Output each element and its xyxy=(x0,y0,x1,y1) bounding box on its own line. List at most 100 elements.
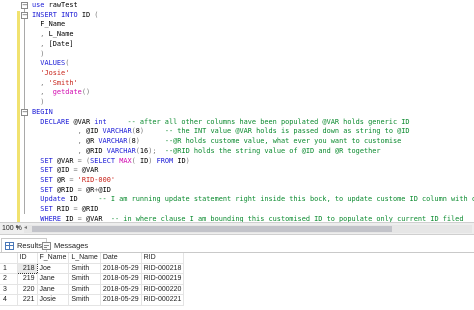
code-line[interactable]: INSERT INTO ID ( xyxy=(32,11,472,21)
cell-id[interactable]: 218 xyxy=(16,262,38,274)
code-token: [Date] xyxy=(44,39,74,48)
horizontal-scrollbar[interactable]: ◂ xyxy=(24,225,472,233)
zoom-dropdown-icon[interactable]: ▾ xyxy=(16,223,19,234)
results-header-row: ID F_Name L_Name Date RID xyxy=(0,253,185,264)
cell-date[interactable]: 2018-05-29 xyxy=(100,273,142,285)
code-line[interactable]: , @R VARCHAR(8) --@R holds custome value… xyxy=(32,137,472,147)
code-token: ); xyxy=(148,146,157,155)
code-line-text: , [Date] xyxy=(32,39,74,48)
cell-id[interactable]: 221 xyxy=(17,294,38,306)
code-token: @ID xyxy=(98,185,111,194)
cell-rid[interactable]: RID-000218 xyxy=(141,263,185,274)
cell-l-name[interactable]: Smith xyxy=(68,263,101,274)
row-number[interactable]: 2 xyxy=(0,273,18,285)
collapse-icon[interactable]: − xyxy=(21,109,28,117)
code-token: BEGIN xyxy=(32,107,53,116)
code-token: INTO xyxy=(61,10,78,19)
code-line-text: SET @R = 'RID-000' xyxy=(32,176,115,184)
code-line[interactable]: , @RID VARCHAR(16); --@RID holds the str… xyxy=(32,147,472,157)
collapse-icon[interactable]: − xyxy=(21,12,28,20)
code-line[interactable]: , 'Smith' xyxy=(32,79,472,89)
cell-l-name[interactable]: Smith xyxy=(68,273,101,285)
cell-id[interactable]: 220 xyxy=(17,284,38,295)
query-editor[interactable]: use rawTest INSERT INTO ID ( F_Name , L_N… xyxy=(0,0,474,222)
code-token: -- I am running update statement right i… xyxy=(98,195,474,204)
code-line[interactable]: , getdate() xyxy=(32,88,472,98)
code-line[interactable]: SET @VAR = (SELECT MAX( ID) FROM ID) xyxy=(32,157,472,167)
code-token: SET xyxy=(32,166,53,175)
code-token: VARCHAR xyxy=(102,127,132,136)
code-line[interactable]: SET RID = @RID xyxy=(32,205,472,215)
editor-status-bar: 100 % ▾ ◂ xyxy=(0,222,474,235)
cell-date[interactable]: 2018-05-29 xyxy=(100,294,142,306)
code-line-text: DECLARE @VAR int -- after all other colu… xyxy=(32,117,410,126)
code-line-text: ) xyxy=(32,50,44,58)
cell-date[interactable]: 2018-05-29 xyxy=(100,284,142,295)
code-line[interactable]: DECLARE @VAR int -- after all other colu… xyxy=(32,118,472,128)
code-line[interactable]: , [Date] xyxy=(32,40,472,50)
code-line[interactable]: SET @R = 'RID-000' xyxy=(32,176,472,186)
table-row[interactable]: 3 220 Jane Smith 2018-05-29 RID-000220 xyxy=(0,284,185,295)
cell-rid[interactable]: RID-000221 xyxy=(141,294,185,306)
tab-messages[interactable]: Messages xyxy=(38,238,93,252)
code-token: FROM xyxy=(156,156,174,165)
code-line[interactable]: WHERE ID = @VAR -- in where clause I am … xyxy=(32,215,472,222)
column-header-f-name[interactable]: F_Name xyxy=(37,253,70,264)
cell-l-name[interactable]: Smith xyxy=(68,284,101,295)
code-token: ID xyxy=(65,195,99,204)
cell-f-name[interactable]: Joe xyxy=(37,263,70,274)
code-token: -- in where clause I am bounding this cu… xyxy=(110,214,464,222)
cell-f-name[interactable]: Jane xyxy=(37,284,70,295)
row-number[interactable]: 1 xyxy=(0,263,18,274)
scrollbar-thumb[interactable] xyxy=(32,226,392,232)
code-line-text: Update ID -- I am running update stateme… xyxy=(32,195,474,203)
code-line[interactable]: F_Name xyxy=(32,20,472,30)
row-number[interactable]: 3 xyxy=(0,284,18,295)
row-number[interactable]: 4 xyxy=(0,294,18,306)
code-line[interactable]: VALUES( xyxy=(32,59,472,69)
collapse-icon[interactable]: − xyxy=(21,2,28,10)
code-token: ( xyxy=(94,10,99,19)
code-line[interactable]: 'Josie' xyxy=(32,69,472,79)
code-line[interactable]: ) xyxy=(32,50,472,60)
code-line[interactable]: SET @ID = @VAR xyxy=(32,166,472,176)
column-header-rid[interactable]: RID xyxy=(141,253,185,264)
cell-f-name[interactable]: Jane xyxy=(37,273,70,285)
cell-rid[interactable]: RID-000219 xyxy=(141,273,185,285)
table-row[interactable]: 1 218 Joe Smith 2018-05-29 RID-000218 xyxy=(0,262,185,274)
code-token: -- after all other columns have been pop… xyxy=(127,117,410,126)
cell-l-name[interactable]: Smith xyxy=(68,294,101,306)
column-header-l-name[interactable]: L_Name xyxy=(68,253,101,264)
cell-f-name[interactable]: Josie xyxy=(37,294,70,306)
code-token: rawTest xyxy=(44,1,78,9)
code-token: ID xyxy=(173,156,186,165)
scroll-left-icon[interactable]: ◂ xyxy=(24,223,27,234)
code-line[interactable]: BEGIN xyxy=(32,108,472,118)
cell-rid[interactable]: RID-000220 xyxy=(141,284,185,295)
code-line[interactable]: , @ID VARCHAR(8) -- the INT value @VAR h… xyxy=(32,127,472,137)
cell-date[interactable]: 2018-05-29 xyxy=(100,263,142,274)
column-header-id[interactable]: ID xyxy=(17,253,38,264)
table-row[interactable]: 4 221 Josie Smith 2018-05-29 RID-000221 xyxy=(0,294,185,306)
code-line[interactable]: Update ID -- I am running update stateme… xyxy=(32,195,474,205)
column-header-rownum[interactable] xyxy=(0,253,18,264)
code-token: ID xyxy=(77,10,95,19)
code-line-text: , @ID VARCHAR(8) -- the INT value @VAR h… xyxy=(32,127,410,135)
sql-code-area[interactable]: use rawTest INSERT INTO ID ( F_Name , L_N… xyxy=(32,1,474,222)
code-line[interactable]: use rawTest xyxy=(32,1,472,11)
cell-id[interactable]: 219 xyxy=(17,273,38,285)
results-grid[interactable]: ID F_Name L_Name Date RID 1 218 Joe Smit… xyxy=(0,253,474,310)
code-token: SET xyxy=(32,205,53,214)
code-token: @VAR xyxy=(69,117,95,126)
code-line-text: WHERE ID = @VAR -- in where clause I am … xyxy=(32,215,463,222)
code-line[interactable]: ) xyxy=(32,98,472,108)
column-header-date[interactable]: Date xyxy=(100,253,142,264)
code-token: @VAR xyxy=(81,214,111,222)
table-row[interactable]: 2 219 Jane Smith 2018-05-29 RID-000219 xyxy=(0,273,185,285)
code-line[interactable]: , L_Name xyxy=(32,30,472,40)
code-line[interactable]: SET @RID = @R+@ID xyxy=(32,186,472,196)
code-token: INSERT xyxy=(32,10,57,19)
